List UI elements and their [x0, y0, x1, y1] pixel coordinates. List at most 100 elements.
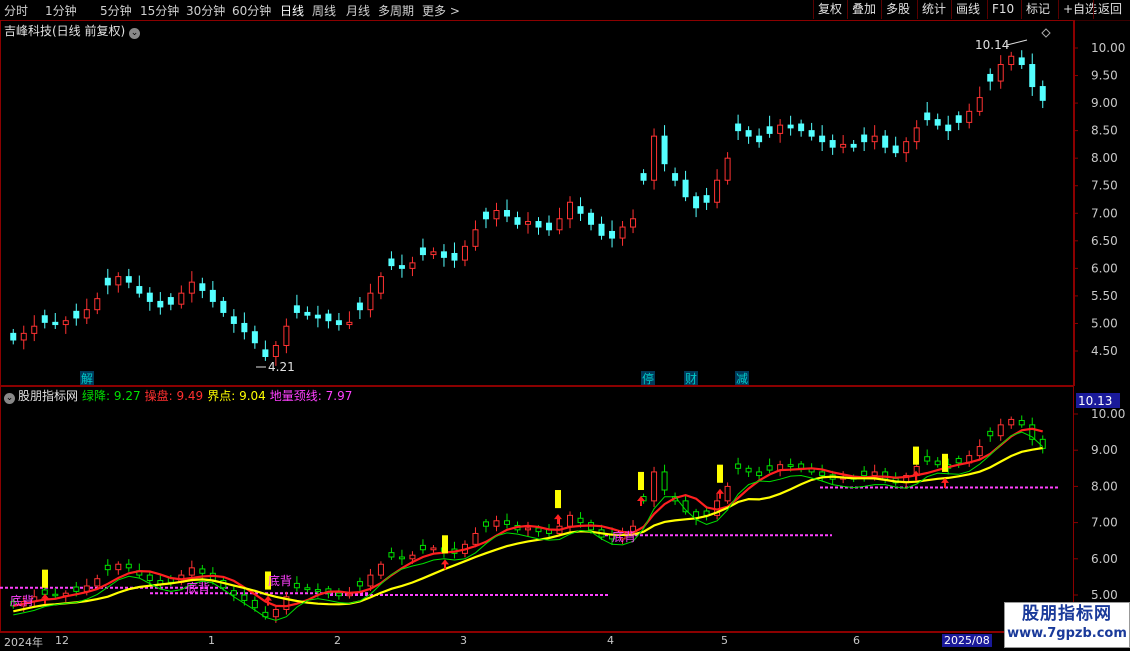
- candle-body: [440, 251, 447, 258]
- candle-body: [482, 211, 489, 220]
- event-marker[interactable]: 停: [642, 371, 654, 386]
- candle-body: [840, 143, 847, 148]
- ind-candle-body: [272, 608, 279, 618]
- ind-candle-body: [115, 563, 122, 571]
- indicator-axis-label: 6.00: [1091, 552, 1118, 566]
- signal-bar: [717, 464, 723, 483]
- toolbar-button-4[interactable]: 画线: [951, 0, 980, 19]
- toolbar-button-5[interactable]: F10: [987, 0, 1014, 19]
- price-label: 10.00: [1091, 41, 1125, 55]
- watermark-url: www.7gpzb.com: [1007, 626, 1127, 641]
- candle-body: [588, 212, 595, 225]
- high-label: 10.14: [975, 38, 1009, 52]
- timeframe-7[interactable]: 周线: [312, 2, 336, 19]
- indicator-field-value: 9.49: [172, 389, 204, 403]
- candle-body: [577, 206, 584, 214]
- ind-candle-body: [293, 582, 300, 589]
- indicator-field-value: 9.27: [110, 389, 141, 403]
- toolbar-button-2[interactable]: 多股: [881, 0, 910, 19]
- candle-body: [567, 201, 574, 220]
- toolbar-button-8[interactable]: 返回: [1093, 0, 1122, 19]
- candle-body: [167, 297, 174, 305]
- ind-candle-body: [924, 456, 931, 462]
- price-label: 5.00: [1091, 316, 1118, 330]
- candle-body: [293, 305, 300, 313]
- ind-candle-body: [125, 563, 132, 569]
- toolbar-button-6[interactable]: 标记: [1021, 0, 1050, 19]
- ind-candle-body: [94, 578, 101, 587]
- indicator-axis-label: 9.00: [1091, 443, 1118, 457]
- candle-body: [1029, 64, 1036, 88]
- candle-body: [546, 222, 553, 231]
- candle-body: [220, 300, 227, 313]
- ind-candle-body: [503, 520, 510, 525]
- event-marker[interactable]: 财: [685, 372, 697, 386]
- candle-body: [73, 310, 80, 319]
- candle-body: [651, 135, 658, 181]
- event-marker[interactable]: 解: [81, 372, 93, 386]
- toolbar-button-7[interactable]: +自选: [1058, 0, 1097, 19]
- toolbar-button-0[interactable]: 复权: [813, 0, 842, 19]
- main-chart[interactable]: 10.00 9.50 9.00 8.50 8.00 7.50 7.00 6.50 6.00 5.5…: [0, 20, 1130, 386]
- indicator-axis-label: 5.00: [1091, 588, 1118, 602]
- timeframe-9[interactable]: 多周期: [378, 2, 414, 19]
- timeframe-0[interactable]: 分时: [4, 2, 28, 19]
- date-label-2: 1: [208, 634, 215, 647]
- ind-candle-body: [304, 587, 311, 591]
- diamond-icon[interactable]: [1041, 28, 1051, 38]
- timeframe-5[interactable]: 60分钟: [232, 2, 271, 19]
- ind-candle-body: [104, 564, 111, 571]
- event-marker[interactable]: 减: [736, 372, 748, 386]
- signal-bar: [555, 490, 561, 509]
- candle-body: [272, 344, 279, 358]
- indicator-axis-label: 10.00: [1091, 407, 1125, 421]
- candle-body: [756, 135, 763, 143]
- signal-bar: [442, 535, 448, 554]
- candle-body: [514, 217, 521, 225]
- candle-body: [31, 325, 38, 334]
- candle-body: [346, 321, 353, 326]
- timeframe-8[interactable]: 月线: [346, 2, 370, 19]
- candle-body: [903, 141, 910, 154]
- ind-candle-body: [934, 460, 941, 466]
- candle-body: [1018, 57, 1025, 66]
- indicator-field-value: 7.97: [321, 389, 353, 403]
- annotation: 底背: [10, 593, 34, 608]
- timeframe-1[interactable]: 1分钟: [45, 2, 77, 19]
- current-value: 10.13: [1078, 394, 1112, 408]
- candle-body: [976, 97, 983, 112]
- timeframe-6[interactable]: 日线: [280, 2, 304, 19]
- candle-body: [461, 245, 468, 261]
- toolbar-button-1[interactable]: 叠加: [847, 0, 876, 19]
- candle-body: [693, 196, 700, 209]
- timeframe-10[interactable]: 更多 >: [422, 2, 460, 19]
- candle-body: [472, 229, 479, 247]
- ind-candle-body: [346, 593, 353, 597]
- toolbar-button-3[interactable]: 统计: [917, 0, 946, 19]
- ind-candle-body: [976, 446, 983, 457]
- candle-body: [115, 276, 122, 286]
- candle-body: [630, 218, 637, 228]
- timeframe-3[interactable]: 15分钟: [140, 2, 179, 19]
- ind-candle-body: [73, 586, 80, 592]
- ind-candle-body: [41, 589, 48, 595]
- candle-body: [430, 251, 437, 256]
- chevron-down-icon[interactable]: ⌄: [4, 393, 15, 404]
- timeframe-4[interactable]: 30分钟: [186, 2, 225, 19]
- signal-bar: [42, 569, 48, 588]
- candle-body: [209, 289, 216, 302]
- annotation: 底背: [268, 573, 292, 588]
- ind-candle-body: [230, 590, 237, 596]
- high-arrow: [1006, 39, 1028, 46]
- candle-body: [419, 247, 426, 256]
- timeframe-2[interactable]: 5分钟: [100, 2, 132, 19]
- candle-body: [735, 123, 742, 132]
- candle-body: [398, 265, 405, 269]
- candle-body: [10, 332, 17, 341]
- candle-body: [777, 124, 784, 134]
- date-label-8: 2025/08: [942, 634, 992, 647]
- date-label-4: 3: [460, 634, 467, 647]
- candle-body: [146, 292, 153, 302]
- indicator-chart[interactable]: 10.009.008.007.006.005.0010.13底背底背 底背底背: [0, 386, 1130, 632]
- candle-body: [409, 262, 416, 269]
